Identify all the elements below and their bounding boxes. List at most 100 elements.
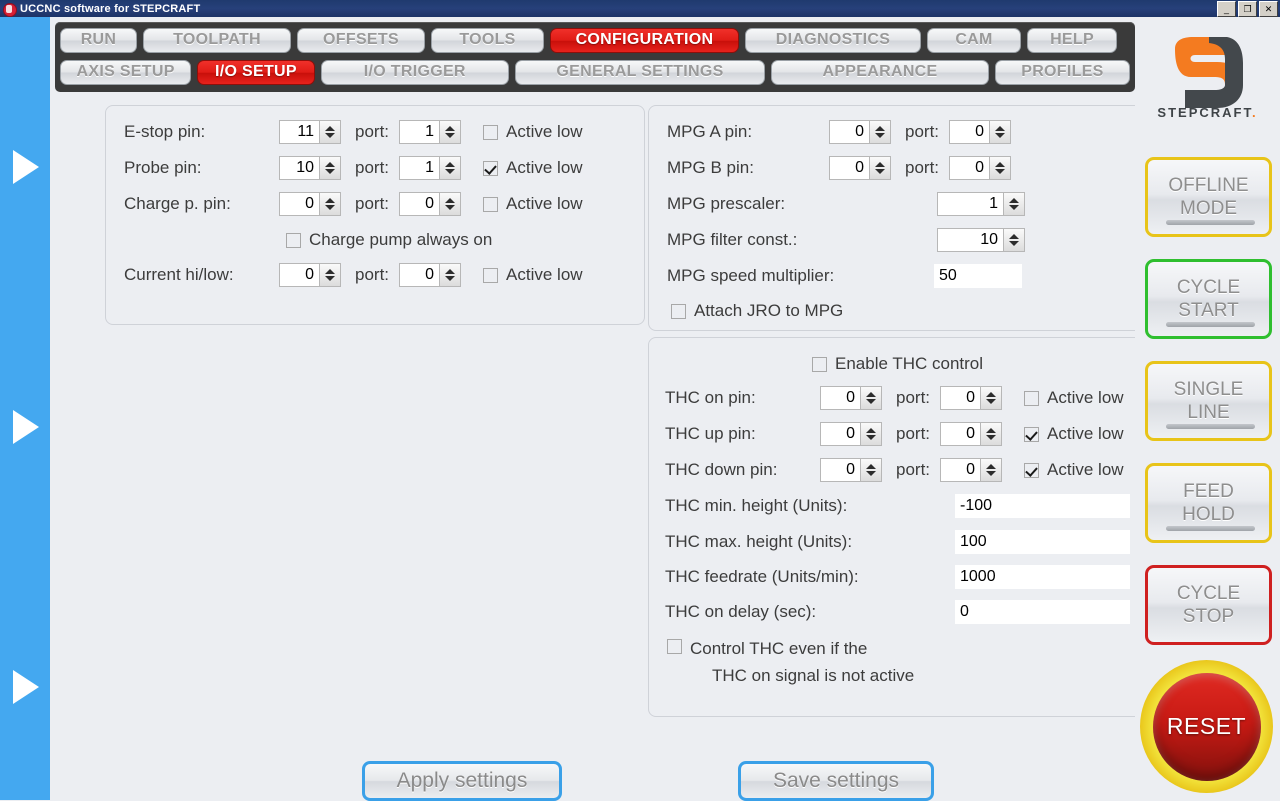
checkbox-box[interactable]: [483, 196, 499, 212]
checkbox-box[interactable]: [286, 232, 301, 248]
chevron-down-icon[interactable]: [445, 276, 456, 281]
chevron-up-icon[interactable]: [875, 162, 885, 167]
mpg-prescaler-value[interactable]: 1: [937, 192, 1003, 216]
tab-diagnostics[interactable]: DIAGNOSTICS: [745, 27, 921, 53]
thc-on-active-low-checkbox[interactable]: Active low: [1024, 388, 1124, 408]
thc-on-pin-arrows[interactable]: [860, 386, 882, 410]
mpg-a-pin-value[interactable]: 0: [829, 120, 869, 144]
close-button[interactable]: ✕: [1259, 1, 1278, 17]
charge-pump-active-low-checkbox[interactable]: Active low: [483, 194, 583, 214]
chevron-down-icon[interactable]: [986, 471, 997, 476]
chevron-down-icon[interactable]: [325, 276, 335, 281]
chevron-up-icon[interactable]: [866, 392, 876, 397]
mpg-b-pin-value[interactable]: 0: [829, 156, 869, 180]
thc-up-port-stepper[interactable]: 0: [940, 422, 1003, 446]
probe-pin-arrows[interactable]: [319, 156, 341, 180]
estop-port-value[interactable]: 1: [399, 120, 440, 144]
probe-active-low-checkbox[interactable]: Active low: [483, 158, 583, 178]
current-hilow-active-low-checkbox[interactable]: Active low: [483, 265, 583, 285]
checkbox-box[interactable]: [1024, 390, 1040, 406]
mpg-a-pin-stepper[interactable]: 0: [829, 120, 891, 144]
chevron-up-icon[interactable]: [995, 126, 1006, 131]
chevron-up-icon[interactable]: [866, 464, 876, 469]
thc-up-port-arrows[interactable]: [980, 422, 1003, 446]
cycle-stop-button[interactable]: CYCLE STOP: [1145, 565, 1272, 645]
mpg-a-pin-arrows[interactable]: [869, 120, 891, 144]
chevron-up-icon[interactable]: [866, 428, 876, 433]
mpg-b-port-arrows[interactable]: [989, 156, 1012, 180]
estop-pin-value[interactable]: 11: [279, 120, 319, 144]
mpg-speed-multiplier-input[interactable]: 50: [934, 264, 1022, 288]
chevron-up-icon[interactable]: [875, 126, 885, 131]
mpg-prescaler-arrows[interactable]: [1003, 192, 1025, 216]
tab-configuration[interactable]: CONFIGURATION: [550, 27, 739, 53]
thc-down-active-low-checkbox[interactable]: Active low: [1024, 460, 1124, 480]
mpg-b-pin-arrows[interactable]: [869, 156, 891, 180]
probe-pin-stepper[interactable]: 10: [279, 156, 341, 180]
charge-pump-always-on-checkbox[interactable]: Charge pump always on: [286, 230, 492, 250]
thc-down-pin-value[interactable]: 0: [820, 458, 860, 482]
current-hilow-port-stepper[interactable]: 0: [399, 263, 462, 287]
chevron-up-icon[interactable]: [1009, 234, 1019, 239]
chevron-up-icon[interactable]: [986, 464, 997, 469]
tab-cam[interactable]: CAM: [927, 27, 1021, 53]
thc-up-port-value[interactable]: 0: [940, 422, 981, 446]
tab-run[interactable]: RUN: [60, 27, 137, 53]
probe-port-stepper[interactable]: 1: [399, 156, 462, 180]
offline-mode-button[interactable]: OFFLINE MODE: [1145, 157, 1272, 237]
thc-up-pin-value[interactable]: 0: [820, 422, 860, 446]
chevron-down-icon[interactable]: [1009, 205, 1019, 210]
chevron-down-icon[interactable]: [986, 435, 997, 440]
checkbox-box[interactable]: [1024, 462, 1040, 478]
chevron-down-icon[interactable]: [866, 435, 876, 440]
charge-pump-pin-value[interactable]: 0: [279, 192, 319, 216]
tab-help[interactable]: HELP: [1027, 27, 1117, 53]
tab-toolpath[interactable]: TOOLPATH: [143, 27, 291, 53]
current-hilow-port-value[interactable]: 0: [399, 263, 440, 287]
chevron-down-icon[interactable]: [445, 205, 456, 210]
charge-pump-port-value[interactable]: 0: [399, 192, 440, 216]
chevron-up-icon[interactable]: [325, 162, 335, 167]
probe-port-arrows[interactable]: [439, 156, 462, 180]
thc-down-port-arrows[interactable]: [980, 458, 1003, 482]
play-arrow-1-icon[interactable]: [13, 150, 39, 184]
play-arrow-2-icon[interactable]: [13, 410, 39, 444]
chevron-down-icon[interactable]: [986, 399, 997, 404]
save-settings-button[interactable]: Save settings: [738, 761, 934, 801]
estop-port-stepper[interactable]: 1: [399, 120, 462, 144]
chevron-down-icon[interactable]: [995, 169, 1006, 174]
chevron-down-icon[interactable]: [325, 205, 335, 210]
chevron-down-icon[interactable]: [445, 169, 456, 174]
thc-max-height-input[interactable]: 100: [955, 530, 1130, 554]
apply-settings-button[interactable]: Apply settings: [362, 761, 562, 801]
chevron-down-icon[interactable]: [866, 399, 876, 404]
tab-profiles[interactable]: PROFILES: [994, 59, 1131, 85]
chevron-up-icon[interactable]: [445, 162, 456, 167]
restore-button[interactable]: ❐: [1238, 1, 1257, 17]
thc-min-height-input[interactable]: -100: [955, 494, 1130, 518]
thc-down-port-value[interactable]: 0: [940, 458, 981, 482]
tab-axis-setup[interactable]: AXIS SETUP: [60, 59, 192, 85]
chevron-up-icon[interactable]: [995, 162, 1006, 167]
reset-button[interactable]: RESET: [1140, 660, 1273, 793]
checkbox-box[interactable]: [1024, 426, 1040, 442]
feed-hold-button[interactable]: FEED HOLD: [1145, 463, 1272, 543]
chevron-down-icon[interactable]: [1009, 241, 1019, 246]
chevron-up-icon[interactable]: [986, 428, 997, 433]
estop-active-low-checkbox[interactable]: Active low: [483, 122, 583, 142]
checkbox-box[interactable]: [483, 160, 499, 176]
thc-on-pin-value[interactable]: 0: [820, 386, 860, 410]
probe-port-value[interactable]: 1: [399, 156, 440, 180]
mpg-a-port-value[interactable]: 0: [949, 120, 990, 144]
chevron-up-icon[interactable]: [445, 198, 456, 203]
current-hilow-pin-value[interactable]: 0: [279, 263, 319, 287]
thc-up-pin-stepper[interactable]: 0: [820, 422, 882, 446]
thc-on-port-arrows[interactable]: [980, 386, 1003, 410]
play-arrow-3-icon[interactable]: [13, 670, 39, 704]
chevron-up-icon[interactable]: [986, 392, 997, 397]
chevron-down-icon[interactable]: [325, 133, 335, 138]
tab-general-settings[interactable]: GENERAL SETTINGS: [514, 59, 766, 85]
thc-feedrate-input[interactable]: 1000: [955, 565, 1130, 589]
tab-appearance[interactable]: APPEARANCE: [771, 59, 989, 85]
mpg-prescaler-stepper[interactable]: 1: [937, 192, 1025, 216]
